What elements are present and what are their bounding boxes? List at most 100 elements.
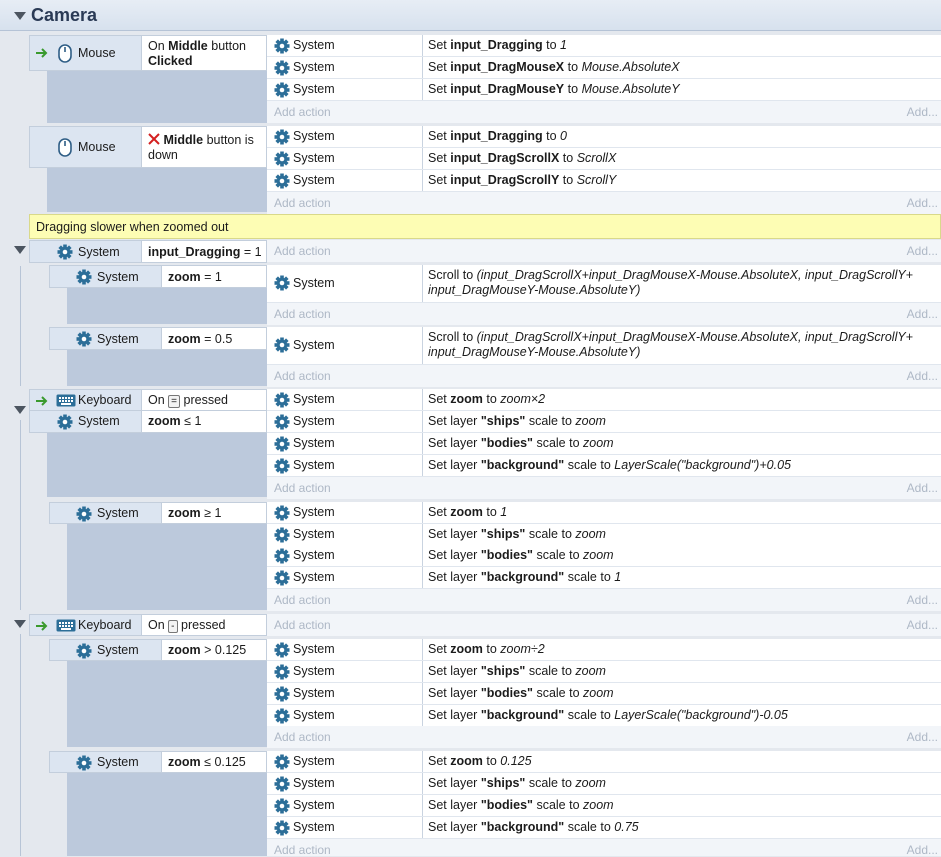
add-action-row[interactable]: Add action Add... (267, 589, 941, 611)
event-5-condition[interactable]: System zoom ≥ 1 (49, 502, 267, 524)
action-row[interactable]: System Set layer "bodies" scale to zoom (267, 545, 941, 567)
action-mid: scale to (528, 664, 572, 678)
action-row[interactable]: System Set input_DragScrollY to ScrollY (267, 170, 941, 192)
action-row[interactable]: System Set layer "ships" scale to zoom (267, 661, 941, 683)
action-row[interactable]: System Set input_DragScrollX to ScrollX (267, 148, 941, 170)
action-row[interactable]: System Set zoom to 0.125 (267, 751, 941, 773)
add-action-link[interactable]: Add action (274, 730, 331, 744)
action-var: "ships" (480, 664, 526, 678)
action-mid: scale to (528, 527, 572, 541)
add-more-link[interactable]: Add... (907, 307, 938, 321)
action-object: System (293, 527, 335, 541)
add-action-row[interactable]: Add action Add... (267, 839, 941, 857)
action-row[interactable]: System Scroll to (input_DragScrollX+inpu… (267, 265, 941, 303)
add-action-link[interactable]: Add action (274, 481, 331, 495)
action-row[interactable]: System Set layer "ships" scale to zoom (267, 524, 941, 546)
add-more-link[interactable]: Add... (907, 618, 938, 632)
action-var: "background" (480, 570, 565, 584)
event-2-condition[interactable]: Mouse Middle button is down (29, 126, 267, 168)
add-action-row[interactable]: Add action Add... (267, 614, 941, 636)
action-object: System (293, 458, 335, 472)
tree-line (20, 420, 21, 610)
add-action-row[interactable]: Add action Add... (267, 726, 941, 748)
add-action-row[interactable]: Add action Add... (267, 192, 941, 214)
collapse-triangle-icon[interactable] (14, 620, 26, 628)
add-more-link[interactable]: Add... (907, 244, 938, 258)
action-row[interactable]: System Set layer "bodies" scale to zoom (267, 433, 941, 455)
add-more-link[interactable]: Add... (907, 369, 938, 383)
comment[interactable]: Dragging slower when zoomed out (29, 214, 941, 239)
add-action-link[interactable]: Add action (274, 843, 331, 857)
action-mid: scale to (528, 414, 572, 428)
action-object: System (293, 338, 335, 352)
action-row[interactable]: System Set layer "bodies" scale to zoom (267, 795, 941, 817)
add-action-link[interactable]: Add action (274, 105, 331, 119)
event-4-condition-2[interactable]: System zoom ≤ 1 (29, 411, 267, 433)
add-action-row[interactable]: Add action Add... (267, 240, 941, 262)
event-3b-condition[interactable]: System zoom = 0.5 (49, 327, 267, 350)
action-object: System (293, 173, 335, 187)
action-mid: scale to (528, 776, 572, 790)
collapse-triangle-icon[interactable] (14, 246, 26, 254)
action-row[interactable]: System Set layer "background" scale to 1 (267, 567, 941, 589)
event-6b-condition[interactable]: System zoom ≤ 0.125 (49, 751, 267, 773)
gear-icon (274, 82, 290, 98)
add-action-link[interactable]: Add action (274, 618, 331, 632)
event-1-condition[interactable]: Mouse On Middle button Clicked (29, 35, 267, 71)
action-pre: Set layer (428, 414, 478, 428)
cond-op: > 0.125 (204, 643, 247, 657)
add-action-row[interactable]: Add action Add... (267, 477, 941, 499)
action-row[interactable]: System Set layer "bodies" scale to zoom (267, 683, 941, 705)
gear-icon (274, 754, 290, 770)
add-action-link[interactable]: Add action (274, 244, 331, 258)
action-row[interactable]: System Set layer "ships" scale to zoom (267, 411, 941, 433)
action-row[interactable]: System Set layer "background" scale to L… (267, 705, 941, 727)
event-6a-condition[interactable]: System zoom > 0.125 (49, 639, 267, 661)
object-name: System (97, 270, 139, 284)
event-6-condition[interactable]: Keyboard On - pressed (29, 614, 267, 636)
add-more-link[interactable]: Add... (907, 593, 938, 607)
cond-on: On (148, 393, 165, 407)
tree-line (20, 266, 21, 386)
gear-icon (76, 755, 92, 771)
action-row[interactable]: System Set input_Dragging to 0 (267, 126, 941, 148)
action-row[interactable]: System Set zoom to 1 (267, 502, 941, 524)
action-row[interactable]: System Set input_DragMouseY to Mouse.Abs… (267, 79, 941, 101)
action-mid: to (567, 60, 579, 74)
action-var: zoom (450, 505, 483, 519)
add-action-link[interactable]: Add action (274, 196, 331, 210)
add-action-row[interactable]: Add action Add... (267, 365, 941, 387)
action-row[interactable]: System Scroll to (input_DragScrollX+inpu… (267, 327, 941, 365)
action-var: zoom (450, 642, 483, 656)
action-row[interactable]: System Set layer "background" scale to 0… (267, 817, 941, 839)
add-more-link[interactable]: Add... (907, 843, 938, 857)
action-pre: Scroll to (428, 330, 474, 344)
add-more-link[interactable]: Add... (907, 730, 938, 744)
add-action-link[interactable]: Add action (274, 369, 331, 383)
action-row[interactable]: System Set zoom to zoom÷2 (267, 639, 941, 661)
action-var: zoom (450, 754, 483, 768)
action-row[interactable]: System Set input_Dragging to 1 (267, 35, 941, 57)
event-3-condition[interactable]: System input_Dragging = 1 (29, 240, 267, 263)
group-header[interactable]: Camera (0, 0, 941, 31)
collapse-triangle-icon[interactable] (14, 406, 26, 414)
add-more-link[interactable]: Add... (907, 481, 938, 495)
action-row[interactable]: System Set layer "background" scale to L… (267, 455, 941, 477)
action-row[interactable]: System Set zoom to zoom×2 (267, 389, 941, 411)
add-action-link[interactable]: Add action (274, 593, 331, 607)
action-mid: to (546, 129, 557, 143)
cond-line2: Clicked (148, 54, 193, 68)
action-row[interactable]: System Set input_DragMouseX to Mouse.Abs… (267, 57, 941, 79)
add-action-link[interactable]: Add action (274, 307, 331, 321)
event-4-condition[interactable]: Keyboard On = pressed (29, 389, 267, 411)
action-mid: scale to (536, 436, 580, 450)
action-object: System (293, 82, 335, 96)
add-more-link[interactable]: Add... (907, 196, 938, 210)
gear-icon (57, 244, 73, 260)
add-action-row[interactable]: Add action Add... (267, 303, 941, 325)
add-action-row[interactable]: Add action Add... (267, 101, 941, 123)
collapse-triangle-icon[interactable] (14, 12, 26, 20)
action-row[interactable]: System Set layer "ships" scale to zoom (267, 773, 941, 795)
add-more-link[interactable]: Add... (907, 105, 938, 119)
event-3a-condition[interactable]: System zoom = 1 (49, 265, 267, 288)
